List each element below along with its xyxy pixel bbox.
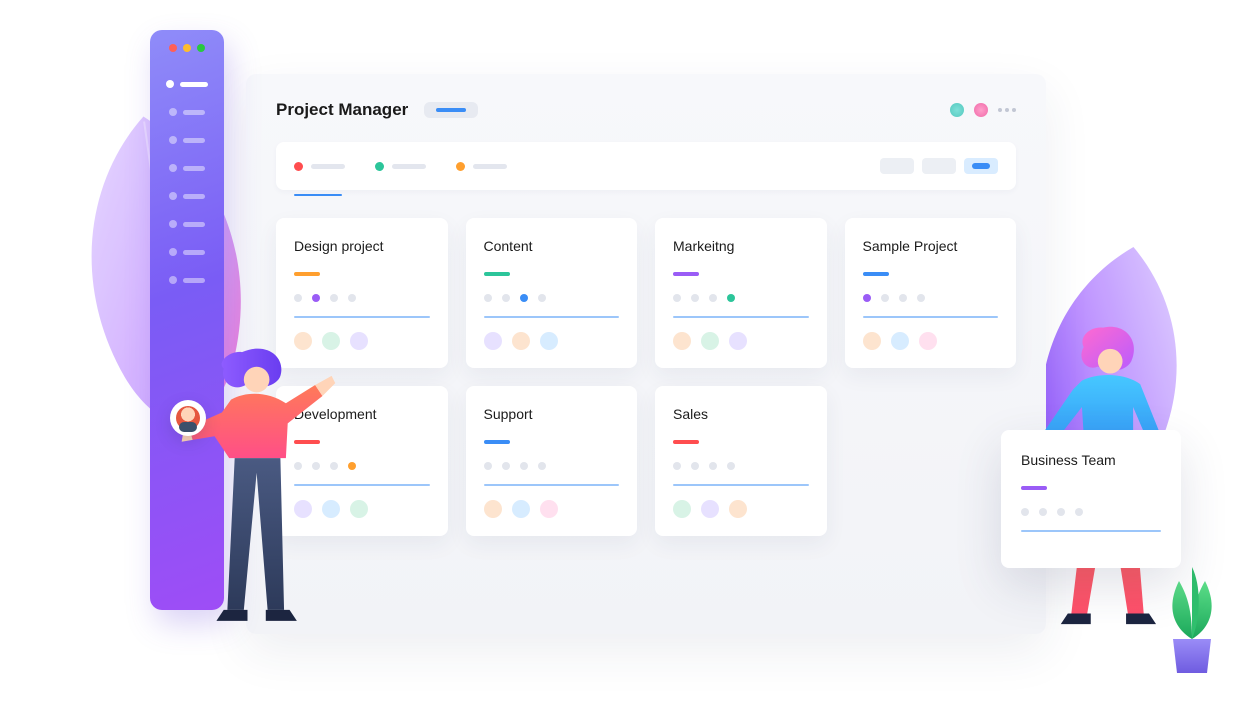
minimize-dot[interactable] [183,44,191,52]
nav-item-2[interactable] [169,108,205,116]
floating-card-business-team[interactable]: Business Team [1001,430,1181,568]
card-title: Sales [673,406,809,422]
card-divider [673,484,809,486]
project-card-support[interactable]: Support [466,386,638,536]
filter-tab-1[interactable] [294,162,345,171]
project-card-markeitng[interactable]: Markeitng [655,218,827,368]
card-accent [484,272,510,276]
card-status-dots [673,294,809,302]
filter-bar [276,142,1016,190]
floating-card-divider [1021,530,1161,532]
avatar-2[interactable] [974,103,988,117]
card-member-chips [673,332,809,350]
nav-item-1[interactable] [166,80,208,88]
card-divider [294,316,430,318]
card-accent [673,272,699,276]
card-divider [484,316,620,318]
active-filter-underline [294,194,342,196]
toolbar-button-1[interactable] [880,158,914,174]
nav-item-7[interactable] [169,248,205,256]
toolbar-button-primary[interactable] [964,158,998,174]
card-member-chips [484,500,620,518]
nav-item-3[interactable] [169,136,205,144]
project-card-sales[interactable]: Sales [655,386,827,536]
nav-item-5[interactable] [169,192,205,200]
card-member-chips [673,500,809,518]
maximize-dot[interactable] [197,44,205,52]
card-title: Content [484,238,620,254]
filter-tab-2[interactable] [375,162,426,171]
card-title: Design project [294,238,430,254]
toolbar-button-2[interactable] [922,158,956,174]
close-dot[interactable] [169,44,177,52]
topbar: Project Manager [276,100,1016,120]
project-card-content[interactable]: Content [466,218,638,368]
project-grid: Design project Content Markeitng Sample Pro… [276,218,1016,536]
card-title: Markeitng [673,238,809,254]
floating-card-dots [1021,508,1161,516]
card-accent [294,272,320,276]
card-status-dots [673,462,809,470]
card-title: Support [484,406,620,422]
card-divider [863,316,999,318]
nav-item-8[interactable] [169,276,205,284]
title-pill-button[interactable] [424,102,478,118]
card-status-dots [863,294,999,302]
avatar-1[interactable] [950,103,964,117]
overflow-menu-icon[interactable] [998,108,1016,112]
avatar-icon [176,406,200,430]
user-avatar-bubble[interactable] [170,400,206,436]
page-title: Project Manager [276,100,408,120]
card-divider [484,484,620,486]
illustration-person-left [178,330,338,675]
card-member-chips [863,332,999,350]
nav-item-4[interactable] [169,164,205,172]
card-status-dots [294,294,430,302]
floating-card-accent [1021,486,1047,490]
card-title: Sample Project [863,238,999,254]
card-divider [673,316,809,318]
main-window: Project Manager Design project Content Mar… [246,74,1046,634]
card-accent [673,440,699,444]
card-member-chips [484,332,620,350]
card-accent [484,440,510,444]
card-status-dots [484,294,620,302]
floating-card-title: Business Team [1021,452,1161,468]
card-accent [863,272,889,276]
nav-item-6[interactable] [169,220,205,228]
filter-tab-3[interactable] [456,162,507,171]
project-card-sample-project[interactable]: Sample Project [845,218,1017,368]
card-status-dots [484,462,620,470]
window-controls [169,44,205,52]
